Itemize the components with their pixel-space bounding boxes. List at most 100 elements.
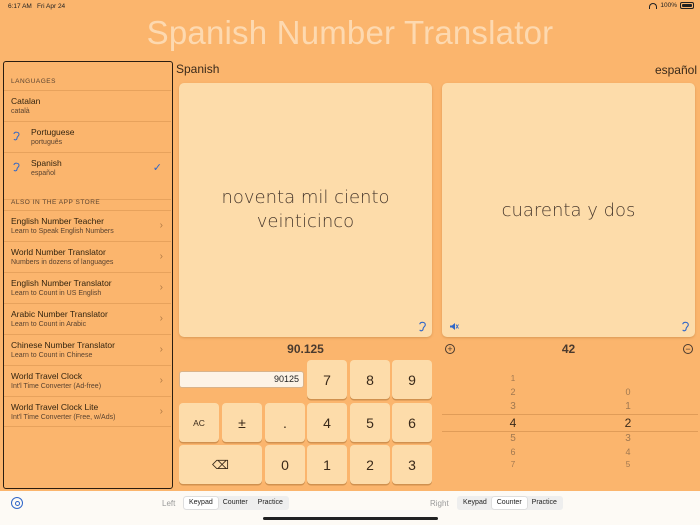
picker-value: 5 <box>625 460 631 469</box>
picker-value: 6 <box>510 447 516 457</box>
left-translation-text-line1: noventa mil ciento <box>221 187 390 208</box>
key-3[interactable]: 3 <box>392 445 432 484</box>
app-name: Chinese Number Translator <box>11 340 115 350</box>
status-time: 6:17 AM <box>8 3 32 10</box>
speaker-muted-icon[interactable] <box>449 321 459 332</box>
chevron-right-icon: › <box>159 220 163 231</box>
app-item-world-travel-clock[interactable]: World Travel Clock Int'l Time Converter … <box>4 365 171 396</box>
ear-icon <box>13 162 20 172</box>
chevron-right-icon: › <box>159 251 163 262</box>
status-right: 100% <box>649 2 694 9</box>
chevron-right-icon: › <box>159 406 163 417</box>
right-number-readout: 42 <box>561 342 576 356</box>
key-2[interactable]: 2 <box>350 445 390 484</box>
left-segment-practice[interactable]: Practice <box>253 497 288 509</box>
picker-value: 1 <box>625 401 631 412</box>
picker-value: 0 <box>625 387 631 397</box>
key-4[interactable]: 4 <box>307 403 347 442</box>
app-name: English Number Teacher <box>11 216 104 226</box>
language-name: Spanish <box>31 158 62 168</box>
decrement-button[interactable]: − <box>683 344 693 354</box>
app-desc: Numbers in dozens of languages <box>11 259 114 266</box>
app-item-world-travel-clock-lite[interactable]: World Travel Clock Lite Int'l Time Conve… <box>4 396 171 427</box>
key-0[interactable]: 0 <box>265 445 305 484</box>
right-segment-practice[interactable]: Practice <box>527 497 562 509</box>
left-segment-keypad[interactable]: Keypad <box>184 497 218 509</box>
left-mode-segmented-control[interactable]: Keypad Counter Practice <box>183 496 289 510</box>
picker-selection-top <box>442 414 698 415</box>
app-item-english-number-translator[interactable]: English Number Translator Learn to Count… <box>4 272 171 303</box>
right-translation-card[interactable]: cuarenta y dos <box>442 83 695 337</box>
language-name: Catalan <box>11 96 41 106</box>
app-title: Spanish Number Translator <box>146 14 554 51</box>
chevron-right-icon: › <box>159 313 163 324</box>
left-translation-card[interactable]: noventa mil ciento veinticinco <box>179 83 432 337</box>
app-desc: Learn to Count in Arabic <box>11 321 87 328</box>
right-segment-counter[interactable]: Counter <box>491 497 527 509</box>
key-6[interactable]: 6 <box>392 403 432 442</box>
wifi-icon <box>649 2 658 9</box>
right-segment-keypad[interactable]: Keypad <box>458 497 492 509</box>
key-decimal[interactable]: . <box>265 403 305 442</box>
chevron-right-icon: › <box>159 344 163 355</box>
app-desc: Learn to Count in Chinese <box>11 352 93 359</box>
key-plus-minus[interactable]: ± <box>222 403 262 442</box>
app-item-english-number-teacher[interactable]: English Number Teacher Learn to Speak En… <box>4 210 171 241</box>
chevron-right-icon: › <box>159 282 163 293</box>
sidebar: LANGUAGES Catalan català Portuguese port… <box>3 61 173 489</box>
battery-percent: 100% <box>660 2 677 9</box>
picker-selection-bottom <box>442 431 698 432</box>
app-name: Arabic Number Translator <box>11 309 108 319</box>
settings-icon[interactable] <box>11 497 23 509</box>
key-all-clear[interactable]: AC <box>179 403 219 442</box>
app-item-arabic-number-translator[interactable]: Arabic Number Translator Learn to Count … <box>4 303 171 334</box>
picker-wheel-right[interactable]: 0 1 2 3 4 5 <box>608 360 648 475</box>
picker-value: 3 <box>625 433 631 444</box>
language-name: Portuguese <box>31 127 75 137</box>
picker-selected-value: 4 <box>509 416 517 430</box>
home-indicator <box>263 517 438 520</box>
right-language-label: español <box>654 63 697 77</box>
left-mode-label: Left <box>162 499 176 508</box>
language-item-catalan[interactable]: Catalan català <box>4 90 171 121</box>
picker-selected-value: 2 <box>624 416 632 430</box>
number-entry-field[interactable]: 90125 <box>179 371 304 388</box>
languages-header: LANGUAGES <box>11 78 56 85</box>
language-native: español <box>31 170 56 177</box>
app-name: World Number Translator <box>11 247 106 257</box>
left-translation-text-line2: veinticinco <box>256 211 355 232</box>
app-item-chinese-number-translator[interactable]: Chinese Number Translator Learn to Count… <box>4 334 171 365</box>
language-native: português <box>31 139 63 146</box>
status-bar: 6:17 AM Fri Apr 24 100% <box>0 0 700 14</box>
picker-value: 1 <box>510 374 516 383</box>
ear-icon[interactable] <box>680 321 690 332</box>
key-1[interactable]: 1 <box>307 445 347 484</box>
key-8[interactable]: 8 <box>350 360 390 399</box>
checkmark-icon: ✓ <box>152 162 162 174</box>
picker-value: 4 <box>625 447 631 457</box>
app-name: World Travel Clock <box>11 371 83 381</box>
app-name: English Number Translator <box>11 278 112 288</box>
left-language-label: Spanish <box>176 62 220 76</box>
picker-value: 3 <box>510 401 516 412</box>
left-segment-counter[interactable]: Counter <box>218 497 253 509</box>
app-desc: Learn to Speak English Numbers <box>11 228 114 235</box>
ear-icon[interactable] <box>417 321 427 332</box>
status-date: Fri Apr 24 <box>37 3 66 10</box>
language-item-spanish[interactable]: Spanish español ✓ <box>4 152 171 183</box>
key-9[interactable]: 9 <box>392 360 432 399</box>
right-mode-segmented-control[interactable]: Keypad Counter Practice <box>457 496 563 510</box>
key-5[interactable]: 5 <box>350 403 390 442</box>
ear-icon <box>13 131 20 141</box>
app-desc: Learn to Count in US English <box>11 290 102 297</box>
appstore-header: ALSO IN THE APP STORE <box>11 199 101 206</box>
language-item-portuguese[interactable]: Portuguese português <box>4 121 171 152</box>
key-backspace[interactable]: ⌫ <box>179 445 262 484</box>
left-number-readout: 90.125 <box>287 342 324 356</box>
key-7[interactable]: 7 <box>307 360 347 399</box>
picker-wheel-left[interactable]: 1 2 3 4 5 6 7 <box>493 360 533 475</box>
right-mode-label: Right <box>430 499 449 508</box>
app-desc: Int'l Time Converter (Ad-free) <box>11 383 102 390</box>
language-native: català <box>11 108 30 115</box>
app-item-world-number-translator[interactable]: World Number Translator Numbers in dozen… <box>4 241 171 272</box>
